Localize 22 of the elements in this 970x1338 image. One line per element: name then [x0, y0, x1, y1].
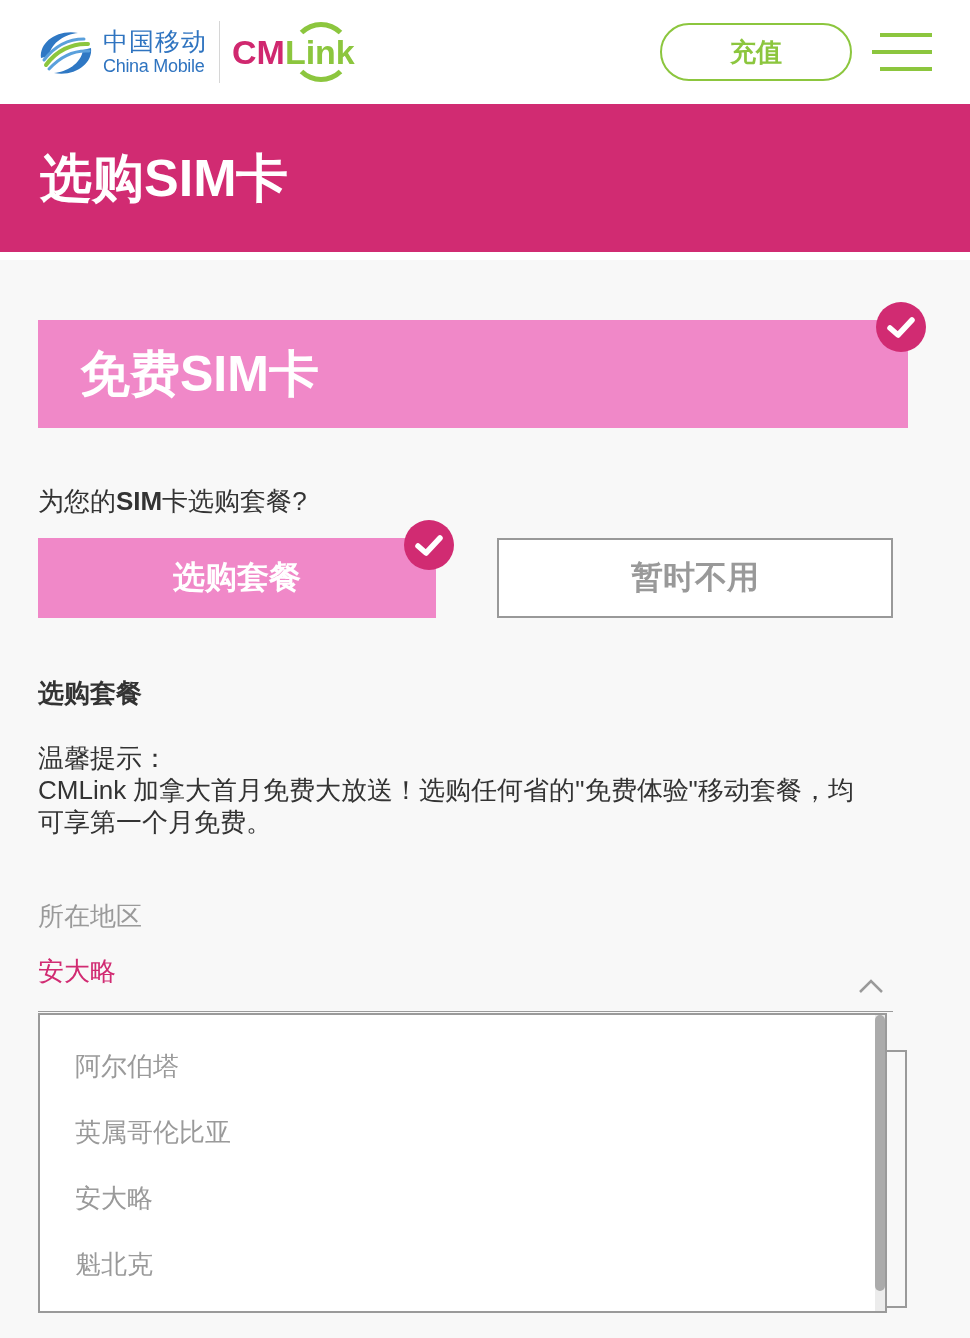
check-badge-icon	[404, 520, 454, 570]
check-badge-icon	[876, 302, 926, 352]
plan-option-button[interactable]: 暂时不用	[497, 538, 893, 618]
recharge-button[interactable]: 充值	[660, 23, 852, 81]
tip-label: 温馨提示：	[38, 742, 169, 774]
tip-text: CMLink 加拿大首月免费大放送！选购任何省的"免费体验"移动套餐，均可享第一个月免费。	[38, 774, 855, 838]
region-label: 所在地区	[38, 900, 143, 932]
plan-option-button[interactable]: 选购套餐	[38, 538, 436, 618]
section-heading: 选购套餐	[38, 678, 143, 708]
wordmark-logo: CMLink	[232, 22, 357, 82]
dropdown-option[interactable]: 阿尔伯塔	[40, 1033, 873, 1099]
brand-name: 中国移动	[103, 27, 207, 55]
sim-card-option[interactable]: 免费SIM卡	[38, 320, 908, 428]
plan-question: 为您的SIM卡选购套餐?	[38, 486, 308, 516]
menu-icon[interactable]	[872, 33, 932, 71]
dropdown-option[interactable]: 安大略	[40, 1165, 873, 1231]
brand-subtitle: China Mobile	[103, 55, 206, 77]
chevron-up-icon	[858, 979, 884, 994]
region-select[interactable]: 安大略	[38, 932, 893, 1012]
dropdown-option[interactable]: 魁北克	[40, 1231, 873, 1297]
dropdown-option[interactable]: 英属哥伦比亚	[40, 1099, 873, 1165]
page-title: 选购SIM卡	[40, 148, 289, 208]
